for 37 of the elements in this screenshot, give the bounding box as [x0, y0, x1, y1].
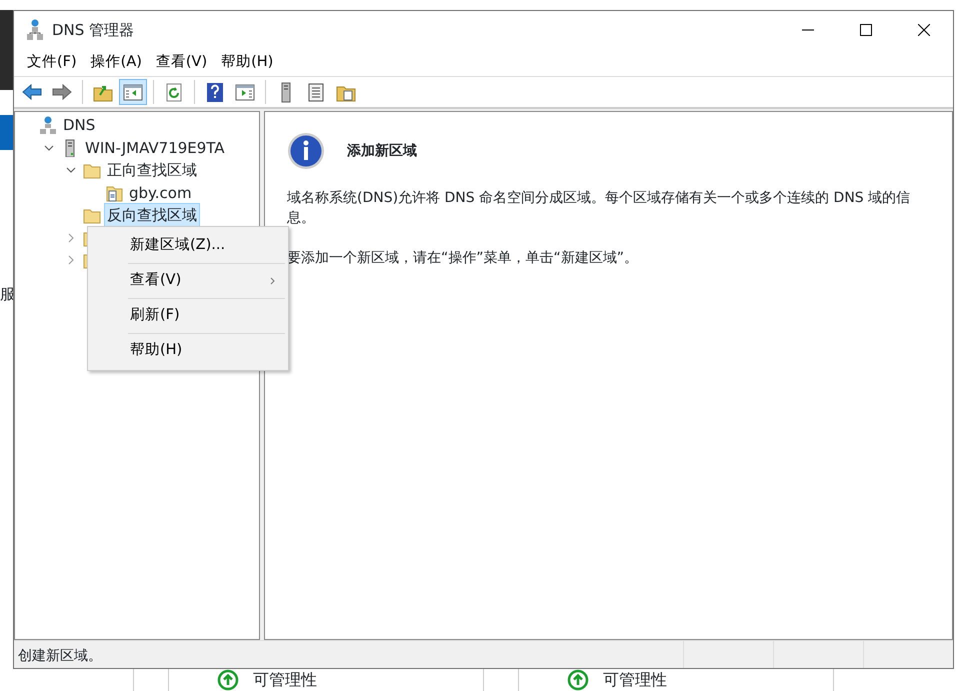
menu-item[interactable]: 操作(A): [84, 52, 149, 74]
paragraph: 域名称系统(DNS)允许将 DNS 命名空间分成区域。每个区域存储有关一个或多个连续的 DNS 域的信息。: [287, 189, 912, 228]
paragraph: 要添加一个新区域，请在“操作”菜单，单击“新建区域”。: [287, 249, 640, 268]
back-arrow-icon: [21, 81, 43, 103]
window-title: DNS 管理器: [52, 20, 136, 41]
collapse-caret-icon[interactable]: [44, 144, 54, 152]
background-text: 可管理性: [253, 668, 317, 690]
dns-icon: [26, 19, 44, 41]
maximize-icon: [860, 24, 872, 36]
panel-toggle-button[interactable]: [119, 79, 147, 105]
expand-caret-icon[interactable]: [67, 255, 75, 266]
minimize-icon: [802, 29, 814, 31]
menu-item[interactable]: 查看(V): [148, 52, 214, 74]
menu-item[interactable]: 刷新(F): [88, 299, 288, 333]
forward-arrow-icon: [51, 81, 73, 103]
menu-item[interactable]: 新建区域(Z)...: [88, 229, 288, 263]
close-icon: [918, 24, 930, 36]
collapse-caret-icon[interactable]: [66, 166, 76, 174]
tree-item[interactable]: gby.com: [127, 182, 194, 204]
tree-item[interactable]: WIN-JMAV719E9TA: [83, 136, 227, 159]
background-panel: [0, 115, 14, 150]
tree-item[interactable]: 正向查找区域: [105, 159, 199, 182]
background-text: 可管理性: [603, 668, 667, 690]
expand-caret-icon[interactable]: [67, 232, 75, 243]
heading: 添加新区域: [347, 142, 417, 160]
dns-icon: [39, 116, 57, 134]
tree-item[interactable]: 反向查找区域: [105, 204, 199, 226]
tree-item[interactable]: DNS: [61, 114, 98, 136]
menu-item[interactable]: 帮助(H): [88, 334, 288, 368]
help-icon: [204, 81, 226, 103]
background-text: 服: [0, 284, 15, 304]
status-text: 创建新区域。: [17, 647, 103, 666]
info-icon: [287, 132, 325, 170]
menu-item[interactable]: 查看(V): [88, 264, 288, 298]
menu-item[interactable]: 文件(F): [20, 52, 84, 74]
menu-item[interactable]: 帮助(H): [214, 52, 280, 74]
zone-file-icon: [105, 184, 123, 202]
